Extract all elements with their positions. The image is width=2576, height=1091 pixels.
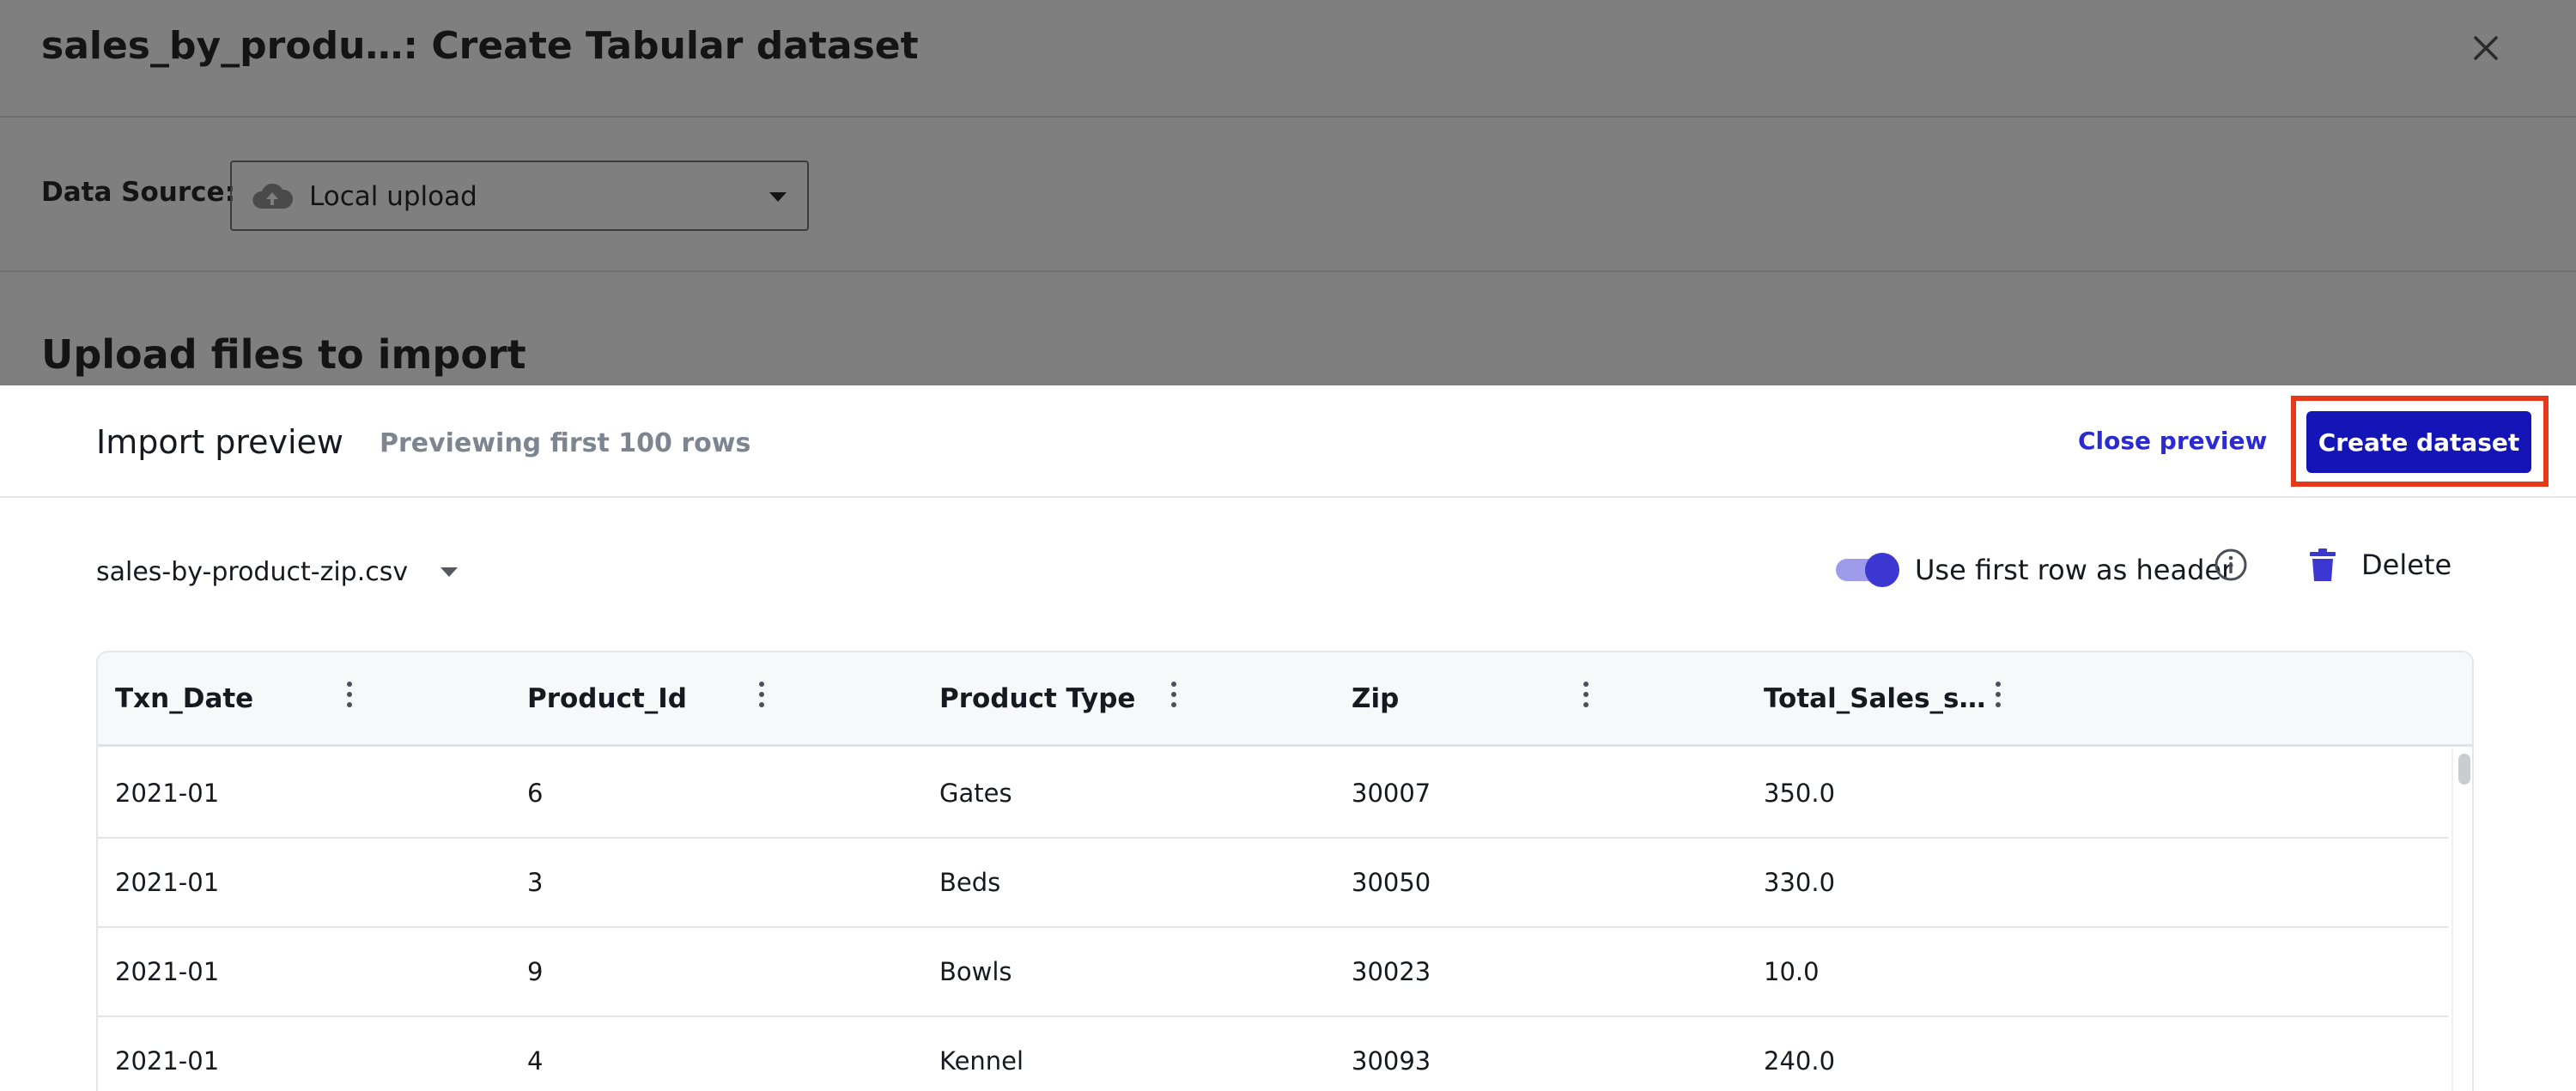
modal-title: sales_by_produ…: Create Tabular dataset — [41, 24, 919, 68]
table-row: 2021-01 3 Beds 30050 330.0 — [98, 839, 2448, 928]
import-preview-panel: Import preview Previewing first 100 rows… — [0, 385, 2576, 1091]
more-vertical-icon[interactable] — [345, 682, 354, 716]
column-header-txn-date[interactable]: Txn_Date — [98, 652, 510, 747]
table-cell: Beds — [939, 868, 1001, 897]
column-header-label: Total_Sales_s… — [1764, 683, 1986, 714]
use-first-row-header-toggle[interactable] — [1834, 551, 1901, 589]
more-vertical-icon[interactable] — [1994, 682, 2002, 716]
table-cell: 330.0 — [1764, 868, 1836, 897]
preview-table: Txn_Date Product_Id Product Type Zip Tot… — [96, 651, 2474, 1091]
vertical-scrollbar[interactable] — [2451, 749, 2472, 1091]
more-vertical-icon[interactable] — [757, 682, 766, 716]
delete-button[interactable]: Delete — [2310, 545, 2451, 585]
table-cell: 2021-01 — [115, 1046, 220, 1076]
table-cell: 30093 — [1352, 1046, 1431, 1076]
delete-label: Delete — [2361, 549, 2452, 581]
cloud-upload-icon — [252, 183, 294, 209]
table-cell: 240.0 — [1764, 1046, 1836, 1076]
column-header-label: Product Type — [939, 683, 1136, 714]
table-cell: 350.0 — [1764, 779, 1836, 808]
table-cell: Kennel — [939, 1046, 1024, 1076]
table-cell: 30007 — [1352, 779, 1431, 808]
column-header-label: Product_Id — [527, 683, 687, 714]
table-cell: 2021-01 — [115, 957, 220, 986]
upload-section-title: Upload files to import — [41, 331, 526, 378]
chevron-down-icon — [440, 567, 459, 577]
table-cell: 4 — [527, 1046, 544, 1076]
chevron-down-icon — [769, 192, 787, 202]
column-header-zip[interactable]: Zip — [1334, 652, 1747, 747]
data-source-label: Data Source: — [41, 177, 235, 208]
preview-header: Import preview Previewing first 100 rows… — [0, 385, 2576, 498]
table-header: Txn_Date Product_Id Product Type Zip Tot… — [98, 652, 2472, 747]
table-cell: 2021-01 — [115, 779, 220, 808]
data-source-select[interactable]: Local upload — [230, 161, 809, 231]
table-cell: Bowls — [939, 957, 1012, 986]
table-cell: 10.0 — [1764, 957, 1820, 986]
close-icon[interactable] — [2467, 29, 2505, 67]
column-header-label: Zip — [1352, 683, 1400, 714]
data-source-row: Data Source: Local upload — [0, 119, 2576, 272]
more-vertical-icon[interactable] — [1582, 682, 1590, 716]
table-row: 2021-01 9 Bowls 30023 10.0 — [98, 928, 2448, 1017]
column-header-product-id[interactable]: Product_Id — [510, 652, 922, 747]
toggle-knob — [1865, 553, 1899, 587]
preview-title: Import preview — [96, 423, 343, 461]
table-row: 2021-01 4 Kennel 30093 240.0 — [98, 1017, 2448, 1091]
data-source-value: Local upload — [309, 181, 477, 212]
table-cell: Gates — [939, 779, 1012, 808]
preview-subtitle: Previewing first 100 rows — [380, 428, 751, 458]
trash-icon — [2310, 549, 2336, 581]
table-cell: 3 — [527, 868, 544, 897]
use-first-row-header-label: Use first row as header — [1915, 554, 2233, 586]
table-row: 2021-01 6 Gates 30007 350.0 — [98, 749, 2448, 839]
create-dataset-button[interactable]: Create dataset — [2306, 411, 2531, 473]
file-select[interactable]: sales-by-product-zip.csv — [96, 550, 459, 593]
close-preview-link[interactable]: Close preview — [2078, 427, 2267, 455]
column-header-product-type[interactable]: Product Type — [922, 652, 1334, 747]
modal-header: sales_by_produ…: Create Tabular dataset — [0, 0, 2576, 118]
column-header-label: Txn_Date — [115, 683, 254, 714]
scrollbar-thumb[interactable] — [2458, 754, 2470, 785]
column-header-total-sales[interactable]: Total_Sales_s… — [1747, 652, 2159, 747]
table-cell: 30050 — [1352, 868, 1431, 897]
info-icon[interactable] — [2213, 547, 2249, 583]
file-name: sales-by-product-zip.csv — [96, 556, 409, 587]
table-cell: 6 — [527, 779, 544, 808]
more-vertical-icon[interactable] — [1170, 682, 1178, 716]
table-cell: 2021-01 — [115, 868, 220, 897]
table-cell: 9 — [527, 957, 544, 986]
table-cell: 30023 — [1352, 957, 1431, 986]
